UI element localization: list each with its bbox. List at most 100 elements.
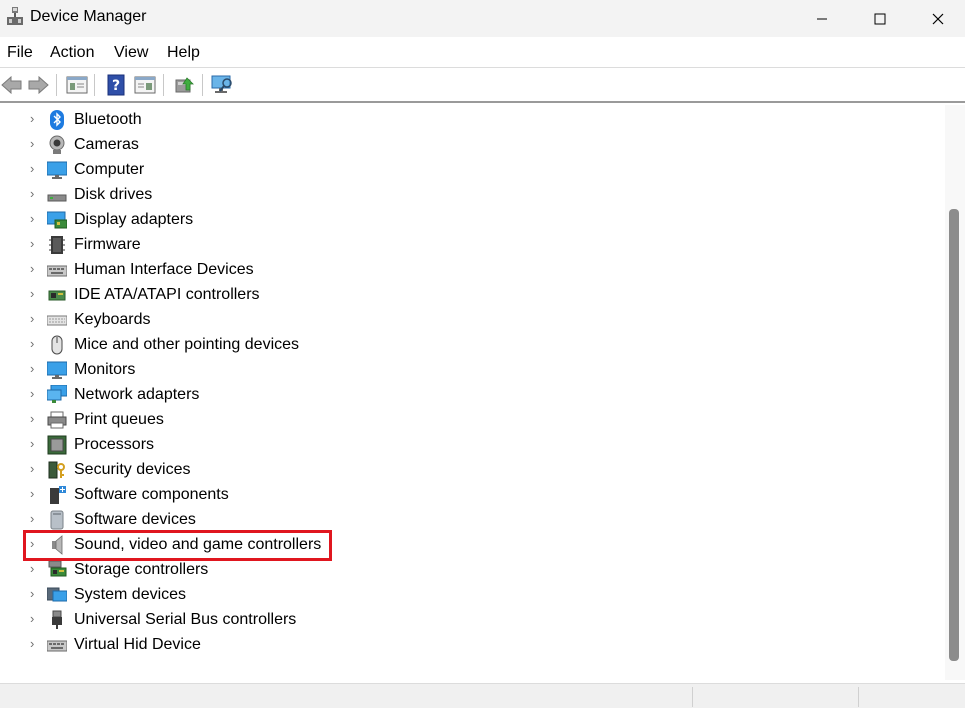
- tree-item-virtual-hid-device[interactable]: › Virtual Hid Device: [0, 633, 600, 658]
- software-component-icon: [50, 486, 66, 504]
- vertical-scrollbar[interactable]: [945, 105, 965, 680]
- tree-item-label: Mice and other pointing devices: [74, 336, 300, 353]
- properties-button[interactable]: [65, 73, 89, 97]
- chevron-right-icon[interactable]: ›: [30, 162, 40, 176]
- forward-arrow-icon: [28, 76, 49, 94]
- update-driver-icon: [175, 77, 194, 93]
- tree-item-firmware[interactable]: › Firmware: [0, 233, 600, 258]
- software-device-icon: [50, 510, 64, 530]
- tree-item-cameras[interactable]: › Cameras: [0, 133, 600, 158]
- tree-item-label: Virtual Hid Device: [74, 636, 201, 653]
- scan-hardware-button[interactable]: [210, 73, 234, 97]
- chevron-right-icon[interactable]: ›: [30, 637, 40, 651]
- tree-item-system-devices[interactable]: › System devices: [0, 583, 600, 608]
- toolbar-separator: [56, 74, 57, 96]
- chevron-right-icon[interactable]: ›: [30, 362, 40, 376]
- chevron-right-icon[interactable]: ›: [30, 187, 40, 201]
- tree-item-software-components[interactable]: › Software components: [0, 483, 600, 508]
- network-adapter-icon: [47, 385, 67, 403]
- tree-item-label: Cameras: [74, 136, 139, 153]
- tree-item-label: Human Interface Devices: [74, 261, 254, 278]
- tree-item-label: Universal Serial Bus controllers: [74, 611, 297, 628]
- help-button[interactable]: ?: [104, 73, 128, 97]
- hid-icon: [47, 265, 67, 277]
- camera-icon: [49, 135, 65, 154]
- tree-item-usb-controllers[interactable]: › Universal Serial Bus controllers: [0, 608, 600, 633]
- tree-item-bluetooth[interactable]: › Bluetooth: [0, 108, 600, 133]
- close-icon: [932, 13, 944, 24]
- chevron-right-icon[interactable]: ›: [30, 137, 40, 151]
- menu-bar: File Action View Help: [0, 37, 965, 68]
- chevron-right-icon[interactable]: ›: [30, 112, 40, 126]
- maximize-icon: [874, 13, 886, 24]
- tree-item-print-queues[interactable]: › Print queues: [0, 408, 600, 433]
- back-button[interactable]: [0, 73, 24, 97]
- tree-item-label: System devices: [74, 586, 187, 603]
- tree-item-monitors[interactable]: › Monitors: [0, 358, 600, 383]
- tree-item-ide-ata-atapi-controllers[interactable]: › IDE ATA/ATAPI controllers: [0, 283, 600, 308]
- status-separator: [692, 687, 693, 707]
- tree-item-storage-controllers[interactable]: › Storage controllers: [0, 558, 600, 583]
- close-button[interactable]: [909, 0, 965, 37]
- menu-action[interactable]: Action: [50, 44, 94, 62]
- toolbar-separator: [94, 74, 95, 96]
- chevron-right-icon[interactable]: ›: [30, 462, 40, 476]
- minimize-button[interactable]: [793, 0, 851, 37]
- show-hide-button[interactable]: [133, 73, 157, 97]
- chevron-right-icon[interactable]: ›: [30, 437, 40, 451]
- highlight-box: [23, 530, 332, 561]
- tree-item-network-adapters[interactable]: › Network adapters: [0, 383, 600, 408]
- chevron-right-icon[interactable]: ›: [30, 587, 40, 601]
- tree-item-label: Computer: [74, 161, 145, 178]
- menu-help[interactable]: Help: [167, 44, 200, 62]
- chevron-right-icon[interactable]: ›: [30, 237, 40, 251]
- tree-item-label: Keyboards: [74, 311, 151, 328]
- computer-icon: [47, 161, 67, 179]
- tree-item-disk-drives[interactable]: › Disk drives: [0, 183, 600, 208]
- chevron-right-icon[interactable]: ›: [30, 312, 40, 326]
- security-device-icon: [48, 461, 65, 479]
- scrollbar-thumb[interactable]: [949, 209, 959, 661]
- status-separator: [858, 687, 859, 707]
- update-driver-button[interactable]: [172, 73, 196, 97]
- storage-controller-icon: [48, 560, 67, 577]
- chevron-right-icon[interactable]: ›: [30, 512, 40, 526]
- chevron-right-icon[interactable]: ›: [30, 212, 40, 226]
- chevron-right-icon[interactable]: ›: [30, 487, 40, 501]
- chevron-right-icon[interactable]: ›: [30, 612, 40, 626]
- hid-icon: [47, 640, 67, 652]
- tree-item-label: Display adapters: [74, 211, 194, 228]
- maximize-button[interactable]: [851, 0, 909, 37]
- tree-item-label: IDE ATA/ATAPI controllers: [74, 286, 260, 303]
- tree-item-processors[interactable]: › Processors: [0, 433, 600, 458]
- back-arrow-icon: [1, 76, 22, 94]
- tree-item-mice[interactable]: › Mice and other pointing devices: [0, 333, 600, 358]
- menu-view[interactable]: View: [114, 44, 148, 62]
- processor-icon: [47, 435, 67, 455]
- tree-item-keyboards[interactable]: › Keyboards: [0, 308, 600, 333]
- tree-item-security-devices[interactable]: › Security devices: [0, 458, 600, 483]
- device-manager-icon: [7, 7, 23, 25]
- system-device-icon: [47, 587, 67, 602]
- disk-drive-icon: [47, 194, 67, 202]
- tree-item-computer[interactable]: › Computer: [0, 158, 600, 183]
- tree-item-label: Security devices: [74, 461, 191, 478]
- toolbar-separator: [163, 74, 164, 96]
- forward-button[interactable]: [26, 73, 50, 97]
- tree-item-label: Software devices: [74, 511, 196, 528]
- tree-item-human-interface-devices[interactable]: › Human Interface Devices: [0, 258, 600, 283]
- tree-item-display-adapters[interactable]: › Display adapters: [0, 208, 600, 233]
- scan-hardware-icon: [211, 75, 232, 93]
- chevron-right-icon[interactable]: ›: [30, 337, 40, 351]
- chevron-right-icon[interactable]: ›: [30, 387, 40, 401]
- monitor-icon: [47, 361, 67, 379]
- menu-file[interactable]: File: [7, 44, 33, 62]
- usb-icon: [52, 610, 62, 629]
- show-hide-icon: [134, 76, 156, 94]
- chevron-right-icon[interactable]: ›: [30, 412, 40, 426]
- device-tree[interactable]: › Bluetooth › Cameras › Computer › Disk …: [0, 105, 945, 680]
- chevron-right-icon[interactable]: ›: [30, 262, 40, 276]
- chevron-right-icon[interactable]: ›: [30, 562, 40, 576]
- chevron-right-icon[interactable]: ›: [30, 287, 40, 301]
- ide-controller-icon: [48, 290, 66, 301]
